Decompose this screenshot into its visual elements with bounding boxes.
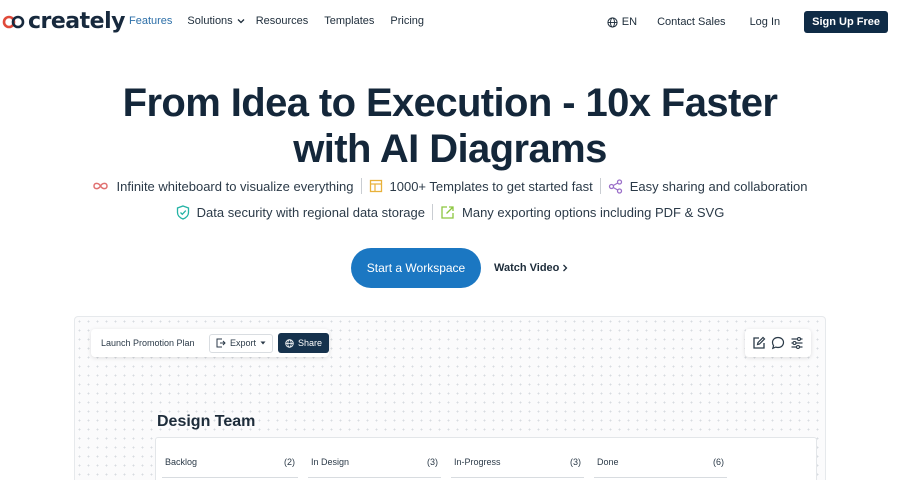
kanban-column-in-progress[interactable]: In-Progress (3) [451, 438, 594, 480]
logo-mark-icon [2, 15, 25, 28]
nav-link-solutions-label: Solutions [187, 15, 233, 27]
feature-sharing-label: Easy sharing and collaboration [629, 178, 808, 194]
features-row-2: Data security with regional data storage… [0, 204, 900, 220]
share-label: Share [297, 338, 322, 348]
sliders-icon [791, 336, 803, 350]
feature-security-label: Data security with regional data storage [196, 204, 426, 220]
feature-divider [360, 178, 362, 194]
hero-title-line1: From Idea to Execution - 10x Faster [122, 81, 778, 125]
board-toolbar: Launch Promotion Plan Export Share [91, 329, 329, 357]
globe-icon [607, 16, 618, 28]
feature-sharing: Easy sharing and collaboration [608, 179, 808, 194]
column-name: In Design [311, 456, 350, 467]
hero-title: From Idea to Execution - 10x Faster with… [0, 80, 900, 172]
shield-icon [176, 204, 189, 220]
language-label: EN [621, 16, 638, 28]
column-name: Backlog [165, 456, 198, 467]
kanban-column-done[interactable]: Done (6) [594, 438, 737, 480]
comment-icon [771, 336, 785, 350]
nav-link-solutions[interactable]: Solutions [187, 15, 245, 27]
settings-tool[interactable] [789, 335, 805, 351]
infinity-icon [93, 182, 109, 190]
creately-logo[interactable]: creately [2, 9, 125, 34]
column-name: In-Progress [454, 456, 501, 467]
contact-sales-link[interactable]: Contact Sales [657, 16, 725, 28]
chevron-right-icon [563, 264, 568, 272]
column-count: (2) [284, 456, 295, 467]
language-selector[interactable]: EN [607, 16, 637, 28]
globe-icon [285, 338, 294, 348]
cta-row: Start a Workspace Watch Video [351, 248, 568, 288]
board-preview: Launch Promotion Plan Export Share Desig… [74, 316, 826, 480]
board-tools [745, 329, 811, 357]
comment-tool[interactable] [770, 335, 786, 351]
hero-title-line2: with AI Diagrams [293, 127, 607, 171]
features-row-1: Infinite whiteboard to visualize everyth… [0, 178, 900, 194]
feature-templates-label: 1000+ Templates to get started fast [389, 178, 593, 194]
chevron-down-icon [237, 19, 245, 24]
nav-right: EN Contact Sales Log In Sign Up Free [607, 11, 888, 33]
export-button[interactable]: Export [208, 333, 273, 353]
column-count: (6) [713, 456, 724, 467]
logo-text: creately [28, 9, 125, 34]
feature-security: Data security with regional data storage [176, 205, 425, 220]
kanban-column-in-design[interactable]: In Design (3) [308, 438, 451, 480]
export-icon [216, 338, 226, 348]
watch-video-label: Watch Video [494, 262, 560, 274]
signup-button[interactable]: Sign Up Free [804, 11, 888, 33]
share-nodes-icon [608, 178, 622, 194]
login-link[interactable]: Log In [750, 16, 781, 28]
feature-templates: 1000+ Templates to get started fast [369, 179, 593, 194]
team-title: Design Team [157, 413, 256, 430]
export-icon [441, 205, 454, 219]
column-name: Done [597, 456, 619, 467]
feature-divider [432, 204, 434, 220]
nav-link-resources[interactable]: Resources [256, 15, 309, 27]
nav-links: Features Solutions Resources Templates P… [129, 15, 424, 27]
feature-whiteboard-label: Infinite whiteboard to visualize everyth… [116, 178, 354, 194]
nav-link-features[interactable]: Features [129, 15, 172, 27]
feature-export: Many exporting options including PDF & S… [440, 205, 724, 220]
kanban-board: Backlog (2) In Design (3) In-Progress (3… [155, 437, 817, 480]
feature-export-label: Many exporting options including PDF & S… [462, 204, 725, 220]
pencil-square-icon [753, 336, 766, 349]
edit-tool[interactable] [751, 335, 767, 351]
top-nav: creately Features Solutions Resources Te… [0, 0, 900, 42]
feature-whiteboard: Infinite whiteboard to visualize everyth… [92, 178, 354, 194]
kanban-column-backlog[interactable]: Backlog (2) [162, 438, 308, 480]
start-workspace-button[interactable]: Start a Workspace [351, 248, 481, 288]
column-count: (3) [570, 456, 581, 467]
watch-video-link[interactable]: Watch Video [494, 262, 568, 274]
share-button[interactable]: Share [277, 333, 329, 353]
document-name[interactable]: Launch Promotion Plan [101, 338, 209, 348]
nav-link-pricing[interactable]: Pricing [390, 15, 424, 27]
nav-link-templates[interactable]: Templates [324, 15, 374, 27]
feature-divider [599, 178, 601, 194]
template-icon [369, 179, 382, 193]
column-count: (3) [427, 456, 438, 467]
caret-down-icon [260, 341, 266, 345]
export-label: Export [229, 338, 256, 348]
